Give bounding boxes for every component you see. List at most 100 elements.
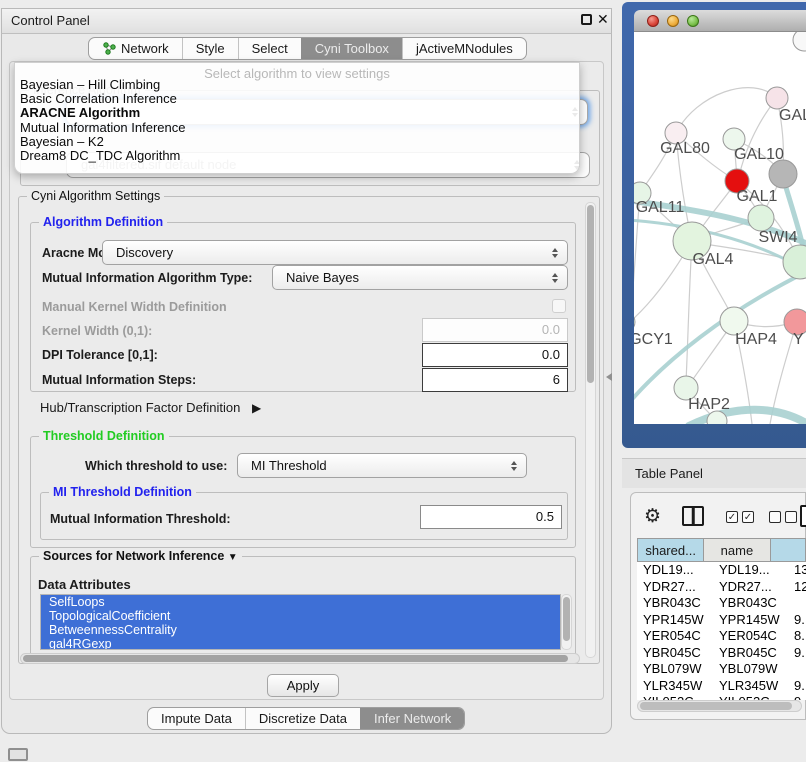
panel-splitter-icon[interactable] xyxy=(606,373,612,381)
network-node-label: SWI4 xyxy=(758,229,797,246)
unchecked-checkbox-icon[interactable] xyxy=(769,511,781,523)
table-row[interactable]: YBR043CYBR043C xyxy=(637,595,806,612)
checked-checkbox-icon[interactable]: ✓ xyxy=(742,511,754,523)
algorithm-dropdown-popup: Select algorithm to view settings Bayesi… xyxy=(14,62,580,174)
threshold-definition-title: Threshold Definition xyxy=(39,429,169,443)
attributes-list-scrollbar[interactable] xyxy=(561,594,572,650)
list-item[interactable]: SelfLoops xyxy=(41,595,560,609)
mi-threshold-field[interactable]: 0.5 xyxy=(420,505,562,529)
network-node[interactable] xyxy=(769,160,797,188)
table-row[interactable]: YBR045CYBR045C9. xyxy=(637,645,806,662)
network-window-titlebar[interactable] xyxy=(634,10,806,32)
network-node[interactable] xyxy=(793,32,806,51)
algorithm-option-dream8[interactable]: Dream8 DC_TDC Algorithm xyxy=(15,149,579,163)
table-row[interactable]: YBL079WYBL079W xyxy=(637,661,806,678)
network-node-gal7[interactable] xyxy=(766,87,788,109)
control-panel-titlebar xyxy=(1,8,612,34)
float-window-icon[interactable] xyxy=(581,14,592,25)
network-edge xyxy=(676,88,777,133)
screen: Control Panel ✕ Network Style Select Cyn… xyxy=(0,0,806,762)
network-node-label: GAL7 xyxy=(779,107,806,124)
list-item[interactable]: gal4RGexp xyxy=(41,637,560,650)
settings-scrollbar-thumb[interactable] xyxy=(587,205,594,383)
close-traffic-light-icon[interactable] xyxy=(647,15,659,27)
network-node-gal1[interactable] xyxy=(748,205,774,231)
table-row[interactable]: YLR345WYLR345W9. xyxy=(637,678,806,695)
mi-steps-field[interactable]: 6 xyxy=(422,368,568,392)
data-attributes-label: Data Attributes xyxy=(38,577,131,592)
network-node-label: Y xyxy=(793,331,804,348)
network-icon xyxy=(102,42,116,55)
column-header-shared-name[interactable]: shared... xyxy=(637,538,704,562)
tab-cyni-toolbox[interactable]: Cyni Toolbox xyxy=(301,38,402,59)
mi-threshold-definition-title: MI Threshold Definition xyxy=(49,485,196,499)
tab-select[interactable]: Select xyxy=(238,38,301,59)
table-body: YDL19...YDL19...13 YDR27...YDR27...12 YB… xyxy=(637,562,806,700)
combo-arrows-icon xyxy=(552,248,558,258)
mi-algorithm-type-combo[interactable]: Naive Bayes xyxy=(272,265,568,290)
settings-hscrollbar-thumb[interactable] xyxy=(23,655,568,662)
expand-right-icon: ▶ xyxy=(252,401,261,415)
table-hscrollbar[interactable] xyxy=(637,700,802,712)
apply-button[interactable]: Apply xyxy=(267,674,339,697)
settings-hscrollbar[interactable] xyxy=(20,653,580,664)
unchecked-checkbox-icon[interactable] xyxy=(785,511,797,523)
hub-definition-expander[interactable]: Hub/Transcription Factor Definition ▶ xyxy=(40,400,261,415)
table-panel-title: Table Panel xyxy=(635,466,703,481)
table-hscrollbar-thumb[interactable] xyxy=(640,702,792,710)
network-canvas[interactable]: GAL7GAL80GAL10GAL1GAL11SWI4GAL4GCY1HAP4Y… xyxy=(634,32,806,424)
kernel-width-label: Kernel Width (0,1): xyxy=(42,324,152,338)
network-node-label: GAL1 xyxy=(737,188,778,205)
tab-infer-network[interactable]: Infer Network xyxy=(360,708,464,729)
list-item[interactable]: BetweennessCentrality xyxy=(41,623,560,637)
column-header-name[interactable]: name xyxy=(704,538,770,562)
tab-network-label: Network xyxy=(121,41,169,56)
attributes-list-scrollbar-thumb[interactable] xyxy=(563,597,570,641)
minimize-traffic-light-icon[interactable] xyxy=(667,15,679,27)
tab-network[interactable]: Network xyxy=(89,38,182,59)
dpi-tolerance-label: DPI Tolerance [0,1]: xyxy=(42,348,158,362)
network-graph: GAL7GAL80GAL10GAL1GAL11SWI4GAL4GCY1HAP4Y… xyxy=(634,32,806,424)
manual-kernel-width-checkbox[interactable] xyxy=(552,299,566,313)
table-row[interactable]: YER054CYER054C8. xyxy=(637,628,806,645)
import-table-icon[interactable] xyxy=(800,505,806,527)
algorithm-option-aracne[interactable]: ARACNE Algorithm xyxy=(15,106,579,120)
combo-arrows-icon xyxy=(552,273,558,283)
algorithm-option-bayesian-k2[interactable]: Bayesian – K2 xyxy=(15,135,579,149)
kernel-width-field[interactable]: 0.0 xyxy=(422,318,568,342)
which-threshold-combo[interactable]: MI Threshold xyxy=(237,453,527,478)
aracne-mode-combo[interactable]: Discovery xyxy=(102,240,568,265)
minimized-panel-icon[interactable] xyxy=(8,748,28,761)
dpi-tolerance-field[interactable]: 0.0 xyxy=(422,343,568,367)
zoom-traffic-light-icon[interactable] xyxy=(687,15,699,27)
mi-threshold-label: Mutual Information Threshold: xyxy=(50,512,231,526)
checked-checkbox-icon[interactable]: ✓ xyxy=(726,511,738,523)
column-header-cut[interactable] xyxy=(771,538,806,562)
mi-steps-label: Mutual Information Steps: xyxy=(42,373,196,387)
tab-impute-data[interactable]: Impute Data xyxy=(148,708,245,729)
data-attributes-list: SelfLoops TopologicalCoefficient Between… xyxy=(40,594,561,650)
combo-arrows-icon xyxy=(511,461,517,471)
network-node-label: GCY1 xyxy=(634,331,673,348)
algorithm-option-mutual-information[interactable]: Mutual Information Inference xyxy=(15,121,579,135)
settings-scrollbar[interactable] xyxy=(585,202,596,658)
gear-icon[interactable]: ⚙ xyxy=(644,507,661,526)
network-node-label: GAL4 xyxy=(693,251,734,268)
table-row[interactable]: YDL19...YDL19...13 xyxy=(637,562,806,579)
column-chooser-icon[interactable] xyxy=(682,506,704,526)
sources-group-title[interactable]: Sources for Network Inference ▼ xyxy=(39,549,242,563)
table-row[interactable]: YPR145WYPR145W9. xyxy=(637,612,806,629)
tab-jactivemnodules[interactable]: jActiveMNodules xyxy=(402,38,526,59)
network-node-swi4[interactable] xyxy=(783,245,806,279)
table-row[interactable]: YDR27...YDR27...12 xyxy=(637,579,806,596)
algorithm-definition-title: Algorithm Definition xyxy=(39,215,167,229)
manual-kernel-width-label: Manual Kernel Width Definition xyxy=(42,300,227,314)
tab-discretize-data[interactable]: Discretize Data xyxy=(245,708,360,729)
network-node-label: GAL11 xyxy=(636,199,685,216)
list-item[interactable]: TopologicalCoefficient xyxy=(41,609,560,623)
network-node-gcy1[interactable] xyxy=(634,312,635,332)
tab-style[interactable]: Style xyxy=(182,38,238,59)
network-node-label: GAL80 xyxy=(660,140,710,157)
close-icon[interactable]: ✕ xyxy=(597,11,609,28)
algorithm-option-basic-correlation[interactable]: Basic Correlation Inference xyxy=(15,92,579,106)
